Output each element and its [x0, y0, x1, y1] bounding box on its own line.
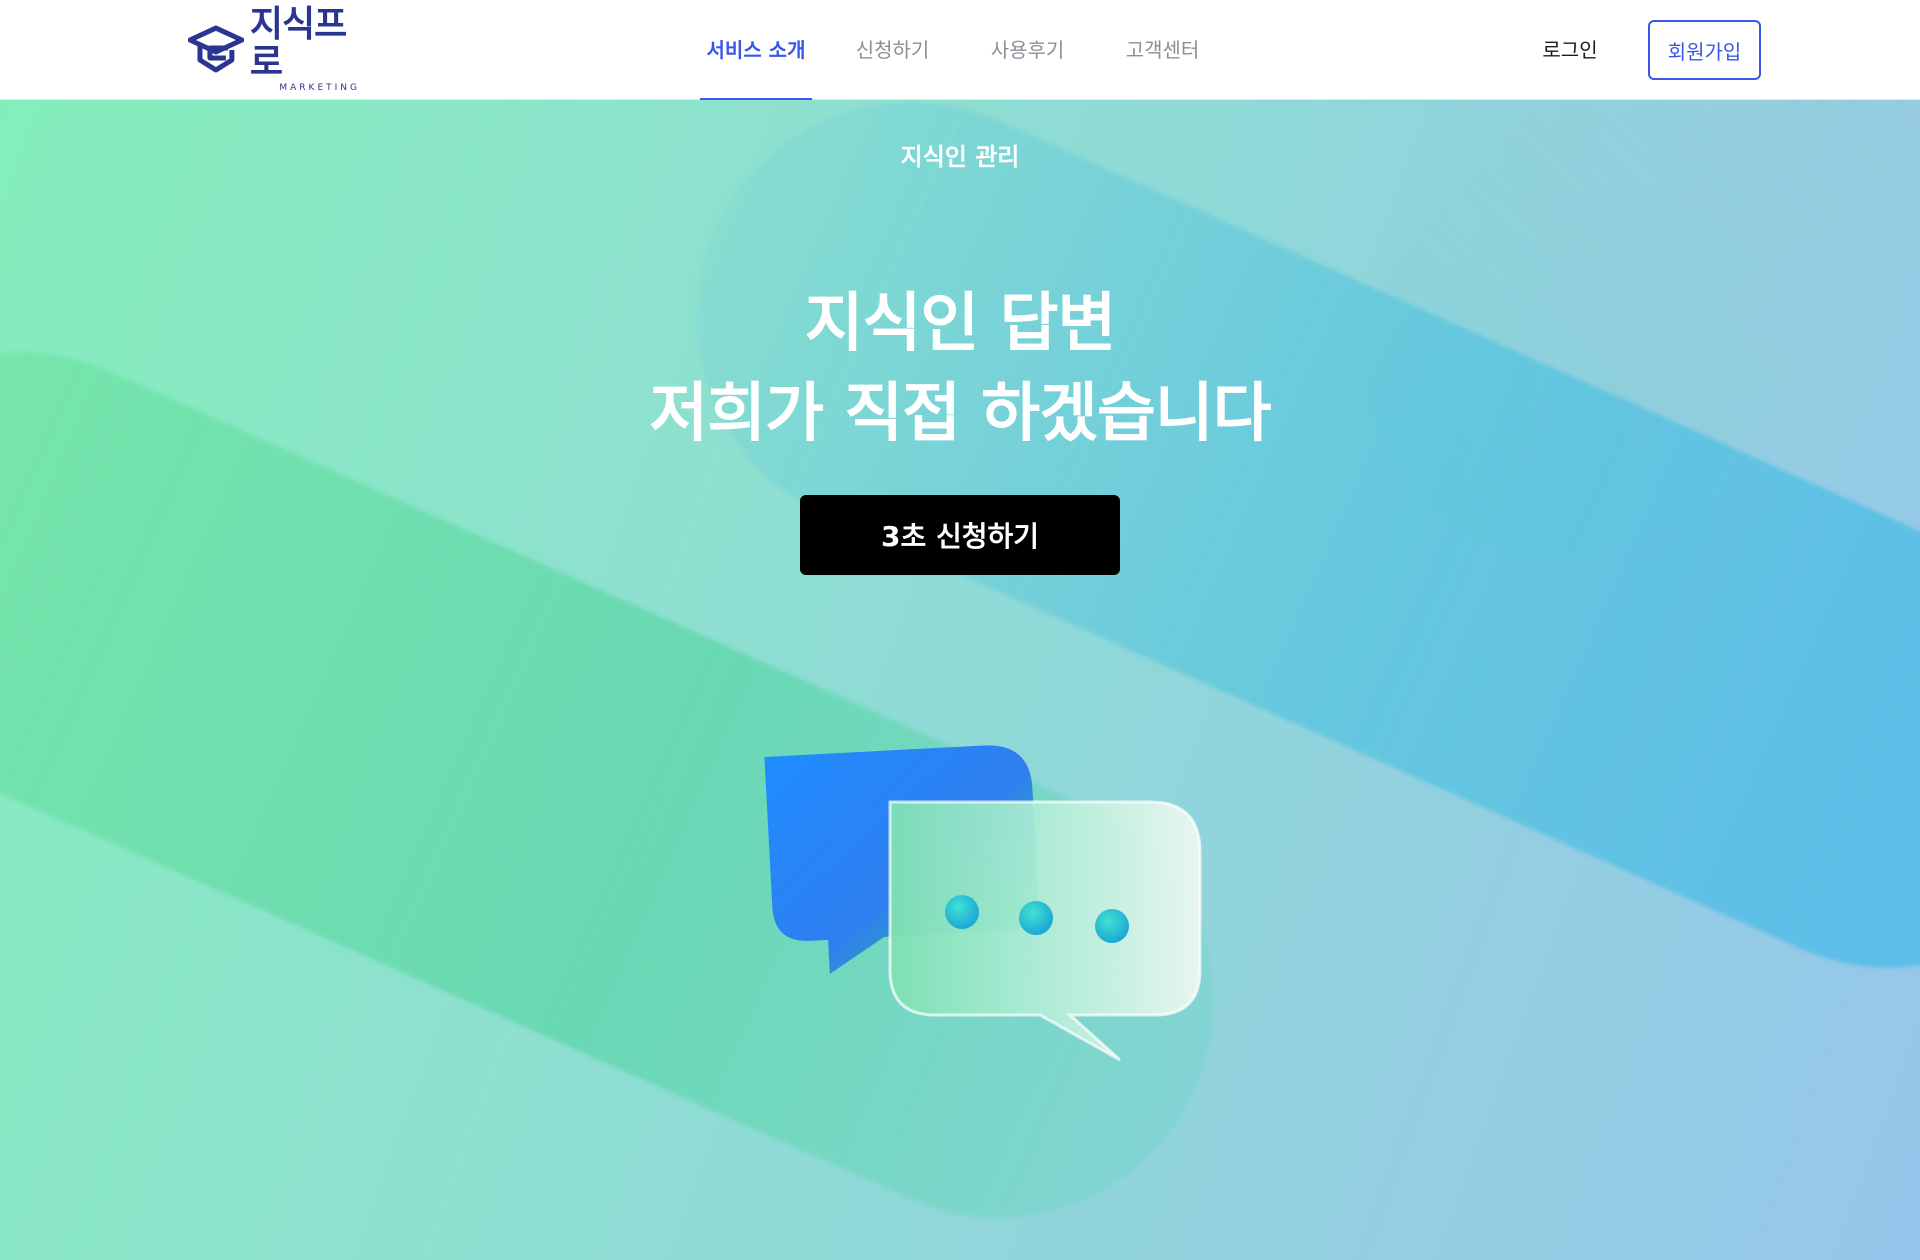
nav-item-service-intro[interactable]: 서비스 소개 — [700, 0, 812, 100]
graduation-cap-logo-icon — [188, 25, 244, 73]
nav-item-apply[interactable]: 신청하기 — [845, 0, 940, 100]
site-header: 지식프로 MARKETING 서비스 소개 신청하기 사용후기 고객센터 로그인… — [0, 0, 1920, 100]
chat-bubbles-icon — [764, 745, 1202, 1062]
nav-item-customer-center[interactable]: 고객센터 — [1115, 0, 1210, 100]
hero-headline-line2: 저희가 직접 하겠습니다 — [649, 377, 1271, 451]
hero-headline-line1: 지식인 답변 — [804, 287, 1117, 361]
nav-item-reviews[interactable]: 사용후기 — [980, 0, 1075, 100]
logo-title: 지식프로 — [249, 4, 347, 83]
signup-button[interactable]: 회원가입 — [1648, 20, 1761, 80]
hero-eyebrow: 지식인 관리 — [900, 143, 1020, 171]
apply-now-button[interactable]: 3초 신청하기 — [800, 495, 1120, 575]
logo-text: 지식프로 MARKETING — [250, 6, 378, 94]
logo[interactable]: 지식프로 MARKETING — [188, 6, 378, 93]
login-link[interactable]: 로그인 — [1530, 30, 1610, 70]
hero-section: 지식인 관리 지식인 답변 저희가 직접 하겠습니다 3초 신청하기 — [0, 100, 1920, 1260]
logo-subtitle: MARKETING — [279, 83, 360, 93]
